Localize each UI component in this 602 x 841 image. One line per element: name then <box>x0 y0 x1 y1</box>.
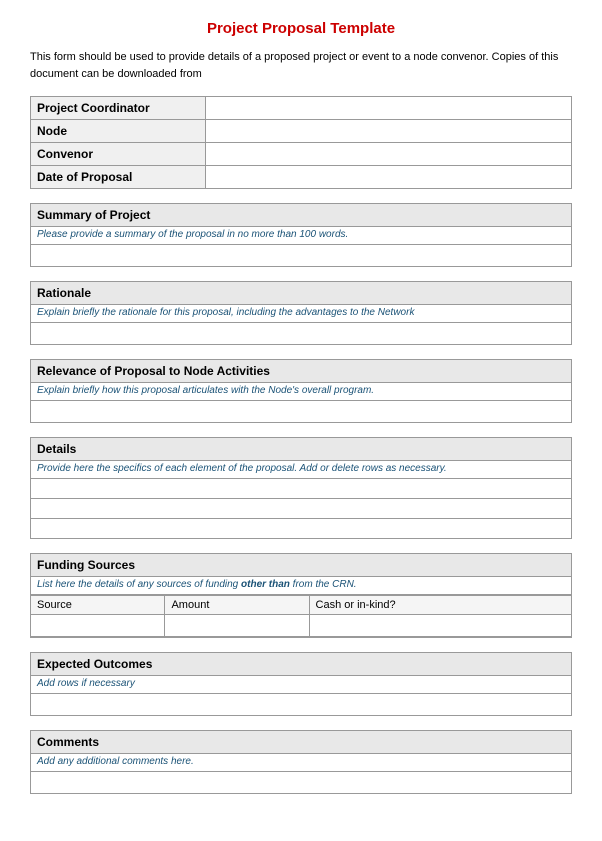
funding-source-cell[interactable] <box>31 615 165 637</box>
convenor-value[interactable] <box>206 143 571 165</box>
funding-subtext-bold: other than <box>241 579 290 590</box>
outcomes-subtext: Add rows if necessary <box>31 676 571 693</box>
rationale-section: Rationale Explain briefly the rationale … <box>30 281 572 345</box>
funding-subtext-post: from the CRN. <box>290 579 357 590</box>
node-value[interactable] <box>206 120 571 142</box>
details-row-2[interactable] <box>31 498 571 518</box>
funding-col-cash: Cash or in-kind? <box>309 596 571 615</box>
intro-text: This form should be used to provide deta… <box>30 49 572 82</box>
funding-subtext-pre: List here the details of any sources of … <box>37 579 241 590</box>
project-coordinator-row: Project Coordinator <box>31 97 571 120</box>
rationale-content[interactable] <box>31 322 571 344</box>
outcomes-section: Expected Outcomes Add rows if necessary <box>30 652 572 716</box>
summary-heading: Summary of Project <box>31 204 571 227</box>
comments-heading: Comments <box>31 731 571 754</box>
funding-section: Funding Sources List here the details of… <box>30 553 572 638</box>
rationale-heading: Rationale <box>31 282 571 305</box>
funding-column-headers: Source Amount Cash or in-kind? <box>31 596 571 615</box>
details-section: Details Provide here the specifics of ea… <box>30 437 572 539</box>
summary-content[interactable] <box>31 244 571 266</box>
funding-table: Source Amount Cash or in-kind? <box>31 595 571 637</box>
funding-col-source: Source <box>31 596 165 615</box>
convenor-row: Convenor <box>31 143 571 166</box>
funding-amount-cell[interactable] <box>165 615 309 637</box>
funding-table-container: Source Amount Cash or in-kind? <box>31 594 571 637</box>
date-of-proposal-label: Date of Proposal <box>31 166 206 188</box>
rationale-subtext: Explain briefly the rationale for this p… <box>31 305 571 322</box>
details-row-3[interactable] <box>31 518 571 538</box>
relevance-heading: Relevance of Proposal to Node Activities <box>31 360 571 383</box>
details-heading: Details <box>31 438 571 461</box>
outcomes-content[interactable] <box>31 693 571 715</box>
funding-data-row <box>31 615 571 637</box>
convenor-label: Convenor <box>31 143 206 165</box>
funding-heading: Funding Sources <box>31 554 571 577</box>
summary-section: Summary of Project Please provide a summ… <box>30 203 572 267</box>
date-of-proposal-value[interactable] <box>206 166 571 188</box>
date-of-proposal-row: Date of Proposal <box>31 166 571 188</box>
node-label: Node <box>31 120 206 142</box>
relevance-section: Relevance of Proposal to Node Activities… <box>30 359 572 423</box>
project-coordinator-value[interactable] <box>206 97 571 119</box>
funding-col-amount: Amount <box>165 596 309 615</box>
comments-content[interactable] <box>31 771 571 793</box>
page-title: Project Proposal Template <box>30 20 572 37</box>
outcomes-heading: Expected Outcomes <box>31 653 571 676</box>
relevance-subtext: Explain briefly how this proposal articu… <box>31 383 571 400</box>
relevance-content[interactable] <box>31 400 571 422</box>
node-row: Node <box>31 120 571 143</box>
comments-section: Comments Add any additional comments her… <box>30 730 572 794</box>
funding-subtext: List here the details of any sources of … <box>31 577 571 594</box>
project-coordinator-label: Project Coordinator <box>31 97 206 119</box>
funding-cash-cell[interactable] <box>309 615 571 637</box>
summary-subtext: Please provide a summary of the proposal… <box>31 227 571 244</box>
details-row-1[interactable] <box>31 478 571 498</box>
info-section: Project Coordinator Node Convenor Date o… <box>30 96 572 189</box>
details-subtext: Provide here the specifics of each eleme… <box>31 461 571 478</box>
comments-subtext: Add any additional comments here. <box>31 754 571 771</box>
